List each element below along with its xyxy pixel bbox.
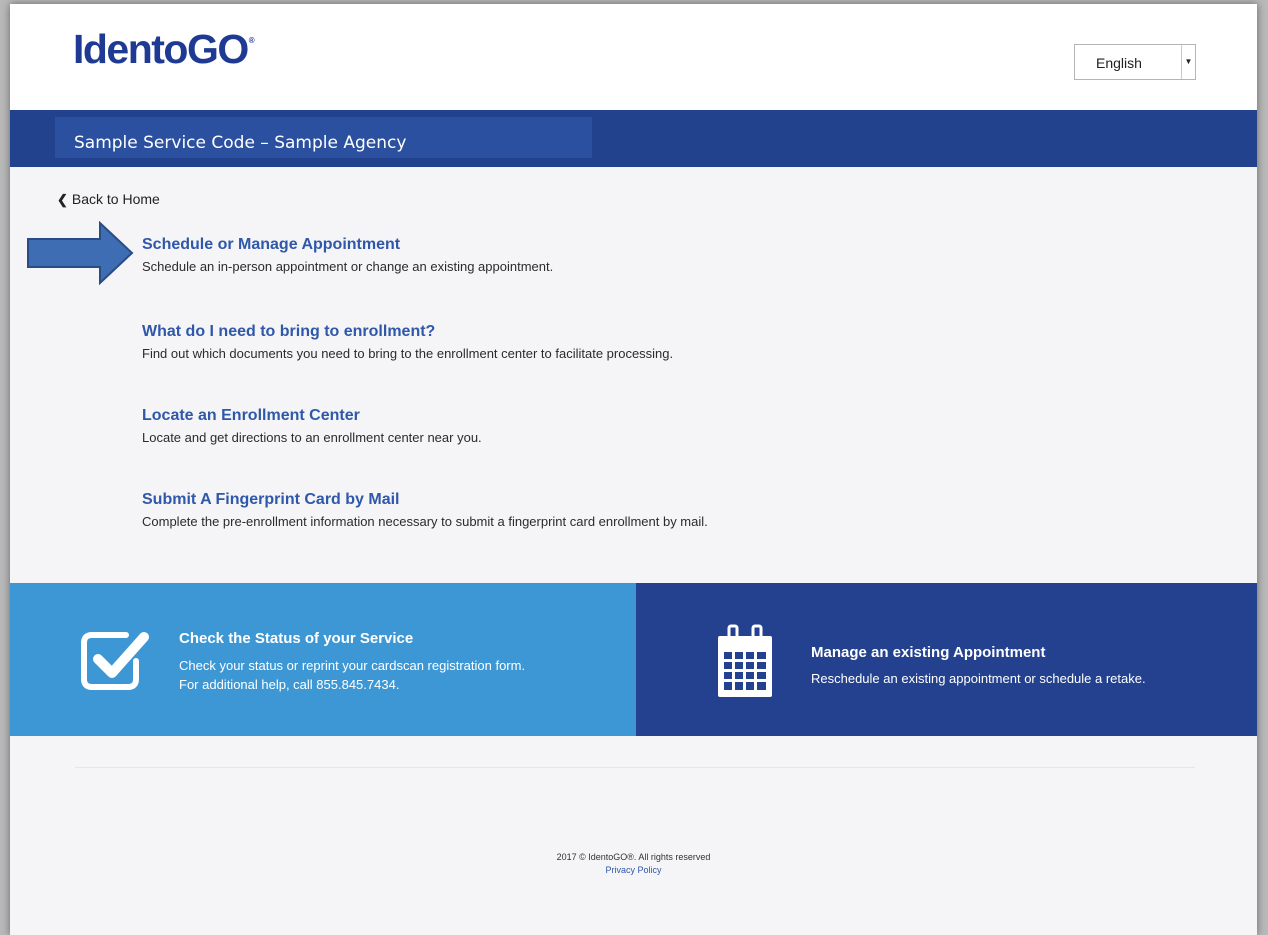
site-footer: 2017 © IdentoGO®. All rights reserved Pr…: [10, 852, 1257, 875]
copyright-text: 2017 © IdentoGO®. All rights reserved: [556, 852, 711, 862]
quick-actions: Check the Status of your Service Check y…: [10, 583, 1257, 736]
check-status-description: Check your status or reprint your cardsc…: [179, 656, 525, 694]
logo-registered-mark: ®: [248, 36, 255, 45]
schedule-appointment-link[interactable]: Schedule or Manage Appointment: [142, 236, 553, 254]
option-locate-center: Locate an Enrollment Center Locate and g…: [142, 407, 482, 445]
pointer-arrow-icon: [27, 221, 134, 285]
what-to-bring-description: Find out which documents you need to bri…: [142, 346, 674, 361]
manage-appointment-description: Reschedule an existing appointment or sc…: [811, 671, 1146, 686]
manage-appointment-title: Manage an existing Appointment: [811, 644, 1046, 661]
locate-center-link[interactable]: Locate an Enrollment Center: [142, 407, 482, 425]
schedule-appointment-description: Schedule an in-person appointment or cha…: [142, 259, 554, 274]
check-status-description-line2: For additional help, call 855.845.7434.: [179, 677, 400, 692]
service-title: Sample Service Code – Sample Agency: [55, 117, 592, 158]
page-frame: IdentoGO® English ▼ Sample Service Code …: [10, 4, 1257, 935]
what-to-bring-link[interactable]: What do I need to bring to enrollment?: [142, 323, 673, 341]
logo-text: IdentoGO: [73, 26, 249, 72]
privacy-policy-link[interactable]: Privacy Policy: [10, 865, 1257, 875]
dropdown-arrow-icon: ▼: [1181, 45, 1195, 79]
check-status-title: Check the Status of your Service: [179, 630, 414, 647]
fingerprint-card-link[interactable]: Submit A Fingerprint Card by Mail: [142, 491, 708, 509]
fingerprint-card-description: Complete the pre-enrollment information …: [142, 514, 708, 529]
check-status-description-line1: Check your status or reprint your cardsc…: [179, 658, 526, 673]
checkbox-icon: [81, 632, 149, 690]
manage-appointment-tile[interactable]: Manage an existing Appointment Reschedul…: [636, 583, 1257, 736]
site-header: IdentoGO® English ▼: [10, 4, 1257, 110]
back-to-home-link[interactable]: ❮ Back to Home: [57, 191, 160, 208]
option-schedule-appointment: Schedule or Manage Appointment Schedule …: [142, 236, 553, 274]
option-fingerprint-card: Submit A Fingerprint Card by Mail Comple…: [142, 491, 708, 529]
back-to-home-label: Back to Home: [71, 191, 160, 207]
footer-divider: [75, 767, 1195, 768]
calendar-icon: [718, 624, 772, 697]
option-what-to-bring: What do I need to bring to enrollment? F…: [142, 323, 673, 361]
language-selected-value: English: [1096, 55, 1142, 71]
language-select[interactable]: English ▼: [1074, 44, 1196, 80]
identogo-logo[interactable]: IdentoGO®: [73, 26, 255, 73]
service-banner: Sample Service Code – Sample Agency: [10, 110, 1257, 167]
locate-center-description: Locate and get directions to an enrollme…: [142, 430, 482, 445]
chevron-left-icon: ❮: [57, 192, 68, 207]
check-status-tile[interactable]: Check the Status of your Service Check y…: [10, 583, 636, 736]
